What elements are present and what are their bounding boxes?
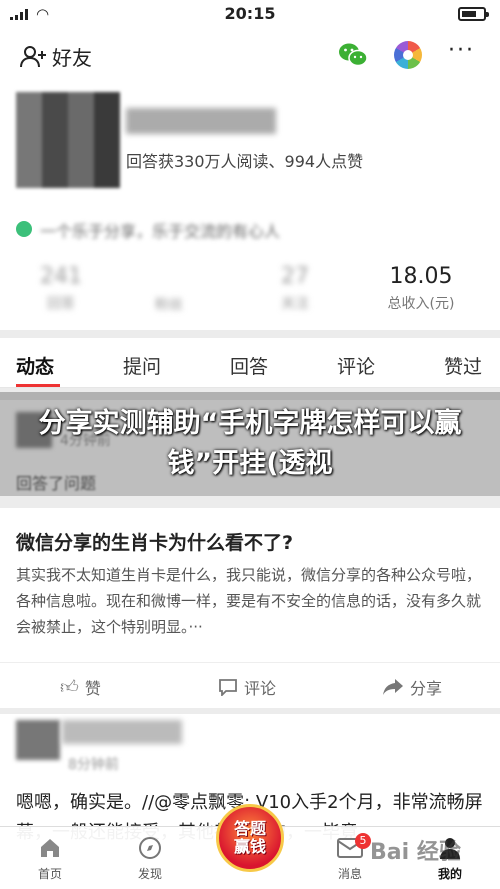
tab-questions[interactable]: 提问 (123, 352, 161, 379)
profile-signature-blurred: 一个乐于分享，乐于交流的有心人 (40, 222, 281, 241)
wechat-icon[interactable] (338, 42, 368, 68)
banner-text: 分享实测辅助“手机字牌怎样可以赢钱”开挂(透视 (38, 408, 462, 479)
friends-label: 好友 (52, 46, 92, 70)
comment-button[interactable]: 评论 (218, 675, 276, 699)
nav-home[interactable]: 首页 (20, 833, 80, 882)
status-bar: ◠ 20:15 (0, 0, 500, 28)
more-icon[interactable]: ··· (448, 38, 475, 63)
profile-header: 回答获330万人阅读、994人点赞 一个乐于分享，乐于交流的有心人 241 回答… (0, 84, 500, 330)
top-bar: 好友 ··· (0, 28, 500, 84)
avatar[interactable] (16, 92, 120, 188)
post-title[interactable]: 微信分享的生肖卡为什么看不了? (16, 528, 293, 555)
metric-answers[interactable]: 241 回答 (16, 264, 106, 313)
share-arrow-icon (383, 679, 403, 695)
answer-win-button[interactable]: 答题 赢钱 (216, 804, 284, 872)
message-badge: 5 (355, 833, 371, 849)
nav-discover[interactable]: 发现 (120, 833, 180, 882)
friends-button[interactable]: 好友 (20, 42, 92, 71)
moments-icon[interactable] (394, 41, 422, 69)
comment-time: 8分钟前 (68, 757, 119, 773)
commenter-avatar (16, 720, 60, 760)
battery-icon (458, 7, 489, 21)
status-time: 20:15 (224, 4, 276, 23)
tab-activity[interactable]: 动态 (16, 352, 54, 379)
metric-following[interactable]: 27 关注 (250, 264, 340, 313)
center-line-2: 赢钱 (233, 837, 266, 856)
watermark: Bai 经验 (370, 840, 461, 865)
share-button[interactable]: 分享 (382, 675, 442, 699)
profile-stat-line: 回答获330万人阅读、994人点赞 (126, 152, 364, 171)
online-dot-icon (16, 221, 32, 237)
compass-icon (120, 833, 180, 863)
overlay-banner: 分享实测辅助“手机字牌怎样可以赢钱”开挂(透视 (0, 392, 500, 496)
tab-comments[interactable]: 评论 (337, 352, 375, 379)
active-tab-indicator (16, 384, 60, 387)
question-post[interactable]: 微信分享的生肖卡为什么看不了? 其实我不太知道生肖卡是什么，我只能说，微信分享的… (0, 508, 500, 708)
metric-followers[interactable]: 粉丝 (124, 264, 214, 314)
post-body: 其实我不太知道生肖卡是什么，我只能说，微信分享的各种公众号啦，各种信息啦。现在和… (16, 566, 482, 636)
tab-liked[interactable]: 赞过 (444, 352, 482, 379)
like-button[interactable]: 👍︎ 赞 (60, 675, 101, 699)
add-friend-icon (20, 45, 46, 67)
thumbs-up-icon: 👍︎ (60, 677, 79, 698)
post-actions: 👍︎ 赞 评论 分享 (0, 662, 500, 708)
profile-tabs: 动态 提问 回答 评论 赞过 (0, 338, 500, 388)
home-icon (20, 833, 80, 863)
comment-icon (219, 679, 237, 696)
commenter-name-blurred (62, 720, 182, 744)
profile-name-blurred (126, 108, 276, 134)
metric-income[interactable]: 18.05 总收入(元) (376, 264, 466, 313)
center-line-1: 答题 (233, 819, 266, 838)
tab-answers[interactable]: 回答 (230, 352, 268, 379)
